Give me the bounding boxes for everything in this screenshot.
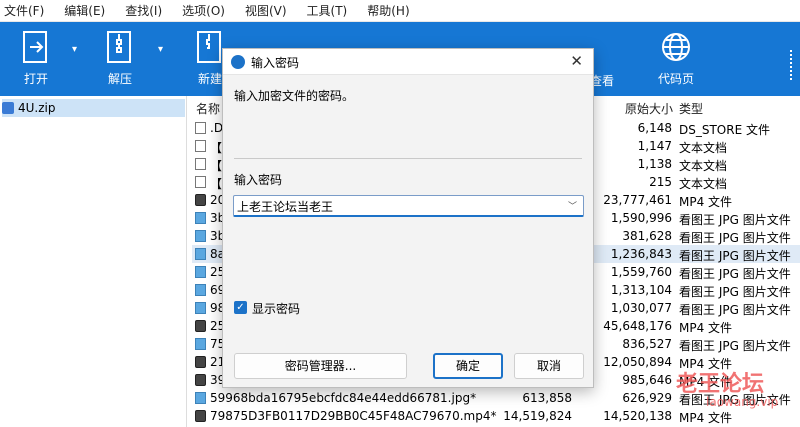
menu-tools[interactable]: 工具(T): [307, 2, 348, 19]
image-file-icon: [195, 248, 206, 260]
chevron-down-icon[interactable]: ﹀: [568, 199, 577, 212]
cancel-button[interactable]: 取消: [514, 353, 584, 379]
file-size: 1,138: [637, 157, 672, 171]
file-name: 【: [210, 177, 223, 191]
password-label: 输入密码: [234, 173, 283, 187]
ok-button[interactable]: 确定: [433, 353, 503, 379]
file-type: 看图王 JPG 图片文件: [679, 339, 791, 353]
file-icon: [195, 158, 206, 170]
toolbar-more-handle[interactable]: [790, 50, 794, 80]
show-password-label[interactable]: 显示密码: [252, 300, 300, 317]
tree-item-label: 4U.zip: [18, 101, 56, 115]
globe-icon: [662, 33, 690, 61]
file-type: 看图王 JPG 图片文件: [679, 267, 791, 281]
file-type: 文本文档: [679, 141, 728, 155]
menu-options[interactable]: 选项(O): [182, 2, 225, 19]
file-name: 59968bda16795ebcfdc84e44edd66781.jpg*: [210, 391, 477, 405]
file-size: 381,628: [622, 229, 672, 243]
file-compressed-size: 14,519,824: [503, 409, 572, 423]
file-type: 文本文档: [679, 159, 728, 173]
file-size: 1,313,104: [610, 283, 672, 297]
extract-button[interactable]: 解压: [90, 28, 150, 87]
show-password-checkbox[interactable]: ✓: [234, 301, 247, 314]
video-file-icon: [195, 374, 206, 386]
watermark-text: 老王论坛: [676, 372, 765, 397]
file-icon: [195, 140, 206, 152]
file-compressed-size: 613,858: [522, 391, 572, 405]
extract-icon: [107, 31, 131, 63]
dialog-prompt: 输入加密文件的密码。: [234, 89, 355, 103]
file-size: 1,559,760: [610, 265, 672, 279]
image-file-icon: [195, 392, 206, 404]
codepage-button[interactable]: 代码页: [646, 28, 706, 87]
menu-edit[interactable]: 编辑(E): [64, 2, 105, 19]
image-file-icon: [195, 284, 206, 296]
menu-file[interactable]: 文件(F): [4, 2, 44, 19]
column-header-size[interactable]: 原始大小: [625, 100, 673, 117]
password-input[interactable]: 上老王论坛当老王: [237, 198, 333, 215]
image-file-icon: [195, 230, 206, 242]
file-size: 215: [649, 175, 672, 189]
menu-view[interactable]: 视图(V): [245, 2, 287, 19]
image-file-icon: [195, 212, 206, 224]
watermark-url: laowang.vip: [706, 395, 779, 409]
file-type: MP4 文件: [679, 321, 733, 335]
column-header-type[interactable]: 类型: [679, 100, 703, 117]
file-type: 看图王 JPG 图片文件: [679, 285, 791, 299]
password-dialog: 输入密码 ✕ 输入加密文件的密码。 输入密码 上老王论坛当老王 ﹀ ✓ 显示密码…: [222, 48, 594, 388]
video-file-icon: [195, 410, 206, 422]
file-type: 文本文档: [679, 177, 728, 191]
password-combobox[interactable]: 上老王论坛当老王 ﹀: [233, 195, 584, 217]
file-size: 985,646: [622, 373, 672, 387]
file-type: MP4 文件: [679, 195, 733, 209]
file-name: 【: [210, 141, 223, 155]
file-type: MP4 文件: [679, 411, 733, 425]
video-file-icon: [195, 320, 206, 332]
file-size: 1,590,996: [610, 211, 672, 225]
file-size: 1,030,077: [610, 301, 672, 315]
extract-dropdown-icon[interactable]: ▾: [158, 44, 163, 55]
file-size: 626,929: [622, 391, 672, 405]
file-size: 45,648,176: [603, 319, 672, 333]
file-type: 看图王 JPG 图片文件: [679, 231, 791, 245]
image-file-icon: [195, 302, 206, 314]
dialog-titlebar[interactable]: 输入密码 ✕: [223, 49, 593, 75]
column-header-name[interactable]: 名称: [196, 100, 220, 117]
zip-icon: [2, 102, 14, 114]
tree-item-archive[interactable]: 4U.zip: [2, 99, 185, 117]
file-name: 79875D3FB0117D29BB0C45F48AC79670.mp4*: [210, 409, 497, 423]
divider: [234, 158, 582, 159]
menu-help[interactable]: 帮助(H): [367, 2, 409, 19]
password-manager-button[interactable]: 密码管理器...: [234, 353, 407, 379]
file-size: 12,050,894: [603, 355, 672, 369]
file-type: 看图王 JPG 图片文件: [679, 213, 791, 227]
open-dropdown-icon[interactable]: ▾: [72, 44, 77, 55]
file-icon: [195, 176, 206, 188]
file-size: 836,527: [622, 337, 672, 351]
file-size: 6,148: [637, 121, 672, 135]
file-type: DS_STORE 文件: [679, 123, 770, 137]
file-size: 23,777,461: [603, 193, 672, 207]
open-button[interactable]: 打开: [6, 28, 66, 87]
file-type: 看图王 JPG 图片文件: [679, 303, 791, 317]
file-type: 看图王 JPG 图片文件: [679, 249, 791, 263]
table-row[interactable]: 79875D3FB0117D29BB0C45F48AC79670.mp4* 14,…: [192, 407, 800, 425]
close-icon[interactable]: ✕: [570, 52, 583, 70]
folder-tree: 4U.zip: [0, 96, 187, 427]
file-size: 14,520,138: [603, 409, 672, 423]
open-icon: [23, 31, 47, 63]
app-logo-icon: [231, 55, 245, 69]
image-file-icon: [195, 338, 206, 350]
video-file-icon: [195, 356, 206, 368]
file-icon: [195, 122, 206, 134]
file-name: 【: [210, 159, 223, 173]
menu-find[interactable]: 查找(I): [125, 2, 162, 19]
image-file-icon: [195, 266, 206, 278]
dialog-title: 输入密码: [251, 56, 300, 70]
video-file-icon: [195, 194, 206, 206]
file-size: 1,236,843: [610, 247, 672, 261]
file-size: 1,147: [637, 139, 672, 153]
menu-bar: 文件(F) 编辑(E) 查找(I) 选项(O) 视图(V) 工具(T) 帮助(H…: [0, 0, 800, 22]
